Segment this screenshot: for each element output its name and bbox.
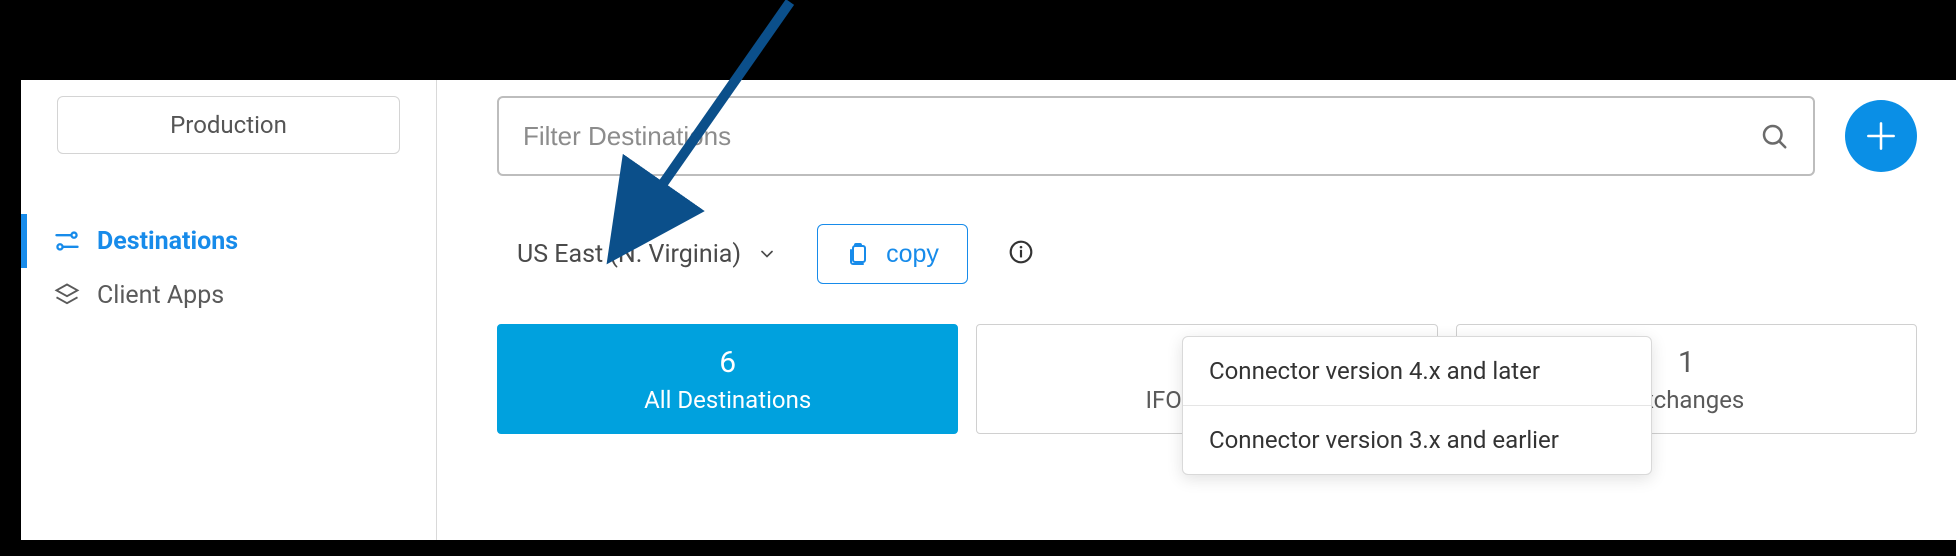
clipboard-icon bbox=[846, 242, 870, 266]
copy-option-v4-later[interactable]: Connector version 4.x and later bbox=[1183, 337, 1651, 405]
main-panel: US East (N. Virginia) copy bbox=[437, 80, 1956, 540]
copy-option-v3-earlier[interactable]: Connector version 3.x and earlier bbox=[1183, 405, 1651, 474]
copy-connection-button[interactable]: copy bbox=[817, 224, 968, 284]
copy-option-label: Connector version 3.x and earlier bbox=[1209, 426, 1559, 454]
region-selector[interactable]: US East (N. Virginia) bbox=[517, 240, 777, 269]
client-apps-icon bbox=[53, 281, 81, 309]
sidebar-item-destinations[interactable]: Destinations bbox=[21, 214, 436, 268]
sidebar: Production Destinations bbox=[21, 80, 437, 540]
region-row: US East (N. Virginia) copy bbox=[497, 224, 1917, 284]
filter-input-wrapper[interactable] bbox=[497, 96, 1815, 176]
search-icon bbox=[1759, 121, 1789, 151]
sidebar-item-client-apps[interactable]: Client Apps bbox=[21, 268, 436, 322]
plus-icon bbox=[1862, 117, 1900, 155]
card-count: 1 bbox=[1678, 345, 1695, 380]
environment-label: Production bbox=[170, 111, 287, 139]
copy-option-label: Connector version 4.x and later bbox=[1209, 357, 1540, 385]
app-frame: Production Destinations bbox=[21, 80, 1956, 540]
copy-dropdown-menu: Connector version 4.x and later Connecto… bbox=[1182, 336, 1652, 475]
info-icon[interactable] bbox=[1008, 239, 1034, 269]
card-all-destinations[interactable]: 6 All Destinations bbox=[497, 324, 958, 434]
card-count: 6 bbox=[719, 345, 736, 380]
destinations-icon bbox=[53, 227, 81, 255]
environment-selector[interactable]: Production bbox=[57, 96, 400, 154]
copy-button-label: copy bbox=[886, 240, 939, 269]
sidebar-nav: Destinations Client Apps bbox=[21, 214, 436, 322]
sidebar-item-label: Destinations bbox=[97, 227, 238, 256]
filter-row bbox=[497, 96, 1917, 176]
add-destination-button[interactable] bbox=[1845, 100, 1917, 172]
chevron-down-icon bbox=[757, 244, 777, 264]
region-label: US East (N. Virginia) bbox=[517, 240, 741, 269]
card-label: All Destinations bbox=[644, 386, 811, 414]
filter-destinations-input[interactable] bbox=[523, 121, 1759, 152]
sidebar-item-label: Client Apps bbox=[97, 281, 224, 310]
